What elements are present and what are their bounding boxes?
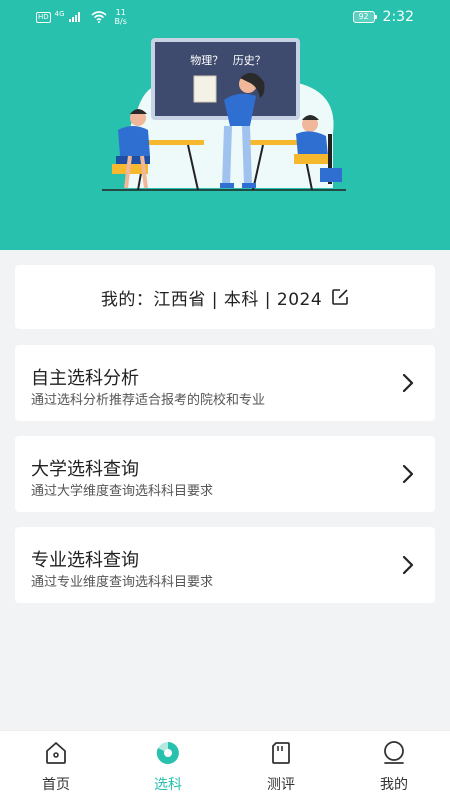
menu-item-subtitle: 通过专业维度查询选科科目要求 xyxy=(31,575,214,590)
tab-label: 测评 xyxy=(267,777,295,793)
hd-badge: HD xyxy=(36,11,51,23)
tab-home[interactable]: 首页 xyxy=(16,731,96,800)
profile-selection-card[interactable]: 我的：江西省 | 本科 | 2024 xyxy=(15,265,435,329)
tab-label: 选科 xyxy=(154,777,182,793)
net-speed-unit: B/s xyxy=(114,17,127,26)
status-bar: HD 4G 11 B/s 92 2:32 xyxy=(0,0,450,34)
wifi-icon xyxy=(91,11,107,23)
bottom-tab-bar: 首页 选科 测评 我的 xyxy=(0,730,450,800)
status-left: HD 4G 11 B/s xyxy=(36,8,127,26)
menu-item-title: 大学选科查询 xyxy=(31,459,139,480)
signal-icon xyxy=(68,12,80,22)
assessment-icon xyxy=(272,742,290,764)
menu-item-university-query[interactable]: 大学选科查询 通过大学维度查询选科科目要求 xyxy=(15,436,435,512)
blackboard-text: 物理？ 历史？ xyxy=(190,54,266,67)
tab-label: 我的 xyxy=(380,777,408,793)
chevron-right-icon xyxy=(402,373,414,393)
signal-label: 4G xyxy=(54,10,65,18)
home-icon xyxy=(46,742,66,764)
net-speed: 11 B/s xyxy=(115,8,127,26)
battery-icon: 92 xyxy=(352,11,377,23)
chevron-right-icon xyxy=(402,464,414,484)
tab-subject-select[interactable]: 选科 xyxy=(128,731,208,800)
clock: 2:32 xyxy=(382,9,414,25)
menu-item-subject-analysis[interactable]: 自主选科分析 通过选科分析推荐适合报考的院校和专业 xyxy=(15,345,435,421)
chevron-right-icon xyxy=(402,555,414,575)
menu-item-title: 专业选科查询 xyxy=(31,550,139,571)
tab-profile[interactable]: 我的 xyxy=(354,731,434,800)
net-speed-value: 11 xyxy=(115,8,126,17)
menu-item-title: 自主选科分析 xyxy=(31,368,139,389)
profile-icon xyxy=(384,741,404,764)
menu-item-major-query[interactable]: 专业选科查询 通过专业维度查询选科科目要求 xyxy=(15,527,435,603)
tab-label: 首页 xyxy=(42,777,70,793)
menu-item-subtitle: 通过大学维度查询选科科目要求 xyxy=(31,484,214,499)
menu-item-subtitle: 通过选科分析推荐适合报考的院校和专业 xyxy=(31,393,266,408)
status-right: 92 2:32 xyxy=(352,9,414,25)
tab-assessment[interactable]: 测评 xyxy=(241,731,321,800)
profile-info-text: 我的：江西省 | 本科 | 2024 xyxy=(100,289,323,310)
edit-icon[interactable] xyxy=(331,288,349,306)
subject-select-icon xyxy=(156,742,179,764)
hero-banner: HD 4G 11 B/s 92 2:32 物理？ 历史？ xyxy=(0,0,450,250)
